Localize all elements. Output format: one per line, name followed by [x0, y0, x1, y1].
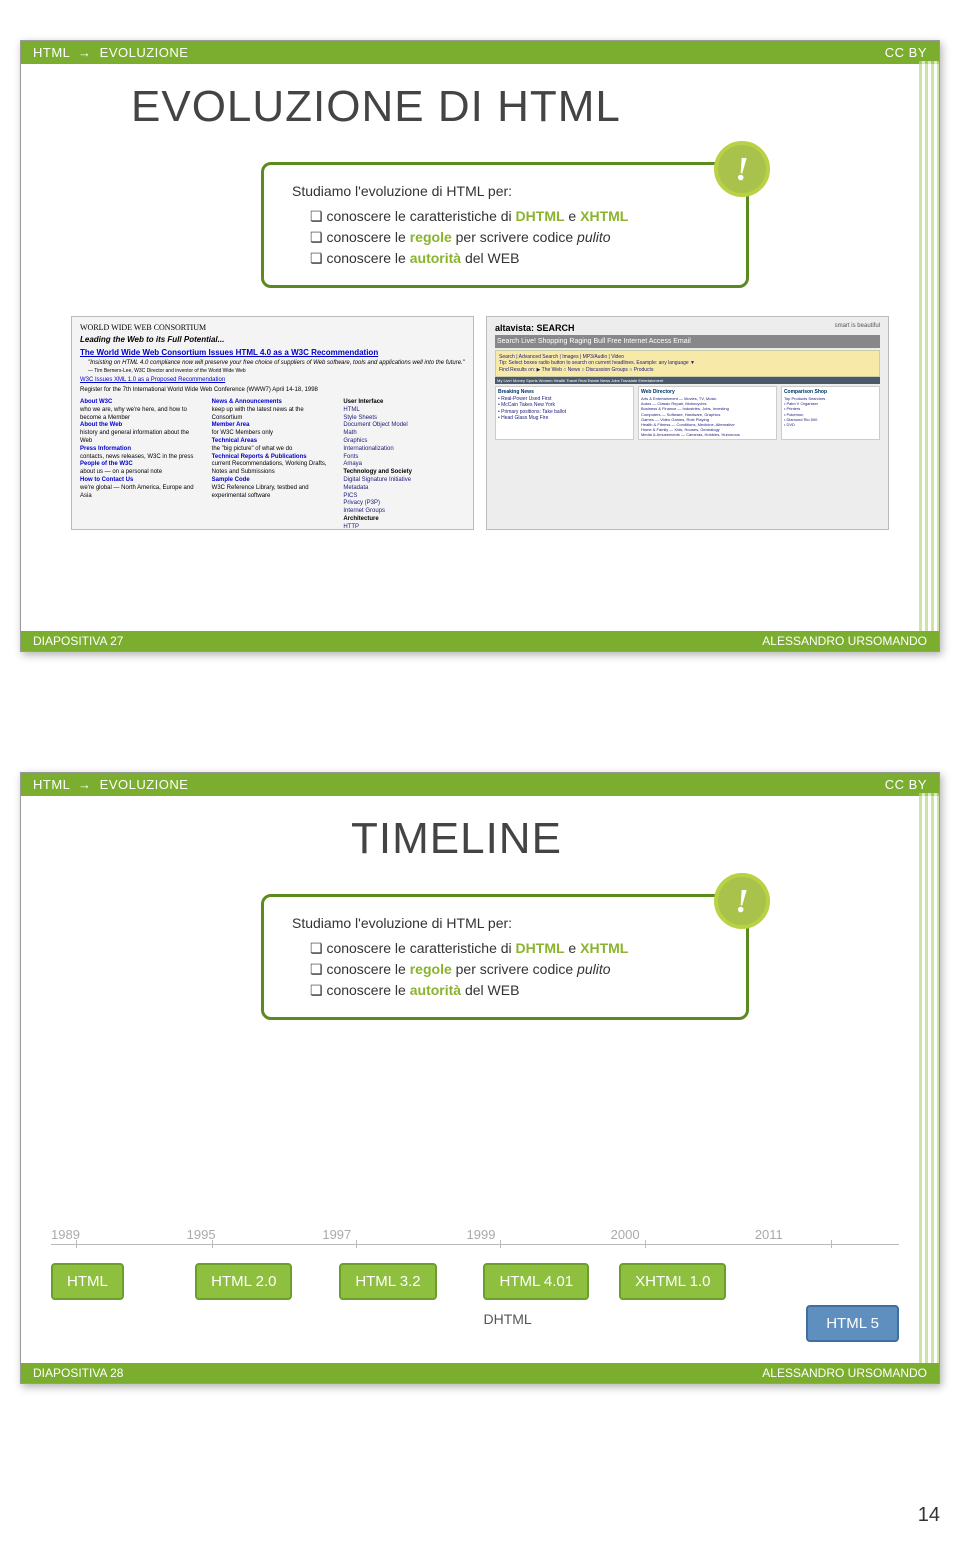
callout-item: conoscere le regole per scrivere codice …	[310, 959, 722, 980]
version-box-html32: HTML 3.2	[339, 1263, 436, 1300]
decorative-stripes	[919, 793, 939, 1363]
screenshot-row: WORLD WIDE WEB CONSORTIUM Leading the We…	[71, 316, 889, 530]
callout-item: conoscere le regole per scrivere codice …	[310, 227, 722, 248]
version-box-xhtml: XHTML 1.0	[619, 1263, 726, 1300]
callout-item: conoscere le caratteristiche di DHTML e …	[310, 938, 722, 959]
slide-footer: DIAPOSITIVA 28 ALESSANDRO URSOMANDO	[21, 1363, 939, 1383]
year-label: 2011	[755, 1227, 899, 1242]
slide-number: DIAPOSITIVA 28	[33, 1366, 123, 1380]
year-label: 1989	[51, 1227, 187, 1242]
slide-number: DIAPOSITIVA 27	[33, 634, 123, 648]
w3c-text: Register for the 7th International World…	[80, 387, 465, 395]
w3c-col3: User InterfaceHTMLStyle SheetsDocument O…	[343, 399, 465, 530]
year-label: 1995	[187, 1227, 323, 1242]
av-tagline: smart is beautiful	[835, 323, 880, 335]
callout-header: Studiamo l'evoluzione di HTML per:	[292, 913, 722, 934]
av-cell-dir: Web Directory Arts & Entertainment — Mov…	[638, 386, 777, 440]
callout-box: ! Studiamo l'evoluzione di HTML per: con…	[261, 894, 749, 1020]
slide-28: HTML → EVOLUZIONE CC BY TIMELINE ! Studi…	[20, 772, 940, 1384]
w3c-quote-attr: — Tim Berners-Lee, W3C Director and inve…	[88, 368, 465, 375]
av-cell-breaking: Breaking News • Real-Power Used First• M…	[495, 386, 634, 440]
arrow-icon: →	[78, 777, 92, 792]
w3c-col1: About W3Cwho we are, why we're here, and…	[80, 399, 202, 530]
slide-header: HTML → EVOLUZIONE CC BY	[21, 773, 939, 796]
exclamation-icon: !	[714, 873, 770, 929]
w3c-screenshot: WORLD WIDE WEB CONSORTIUM Leading the We…	[71, 316, 474, 530]
author-name: ALESSANDRO URSOMANDO	[762, 1366, 927, 1380]
av-find: Find Results on: ▶ The Web ○ News ○ Disc…	[499, 367, 876, 374]
arrow-icon: →	[78, 45, 92, 60]
timeline-boxes: HTML HTML 2.0 HTML 3.2 HTML 4.01 XHTML 1…	[51, 1263, 899, 1343]
year-label: 1997	[322, 1227, 466, 1242]
dhtml-label: DHTML	[483, 1311, 531, 1327]
w3c-headline: The World Wide Web Consortium Issues HTM…	[80, 348, 465, 358]
av-cell-shop: Comparison Shop Top Products Searches• P…	[781, 386, 880, 440]
slide-27: HTML → EVOLUZIONE CC BY EVOLUZIONE DI HT…	[20, 40, 940, 652]
page-number: 14	[20, 1504, 940, 1527]
year-label: 2000	[611, 1227, 755, 1242]
decorative-stripes	[919, 61, 939, 631]
slide-title: TIMELINE	[351, 814, 939, 864]
callout-box: ! Studiamo l'evoluzione di HTML per: con…	[261, 162, 749, 288]
breadcrumb-section: EVOLUZIONE	[100, 777, 189, 792]
callout-list: conoscere le caratteristiche di DHTML e …	[292, 206, 722, 269]
slide-footer: DIAPOSITIVA 27 ALESSANDRO URSOMANDO	[21, 631, 939, 651]
year-label: 1999	[467, 1227, 611, 1242]
timeline-years: 1989 1995 1997 1999 2000 2011	[51, 1227, 899, 1242]
callout-item: conoscere le autorità del WEB	[310, 248, 722, 269]
version-box-html: HTML	[51, 1263, 124, 1300]
breadcrumb-section: EVOLUZIONE	[100, 45, 189, 60]
breadcrumb: HTML → EVOLUZIONE	[33, 45, 188, 60]
timeline-axis	[51, 1244, 899, 1245]
version-box-html2: HTML 2.0	[195, 1263, 292, 1300]
callout-item: conoscere le caratteristiche di DHTML e …	[310, 206, 722, 227]
timeline: 1989 1995 1997 1999 2000 2011 HTML HTML …	[51, 1227, 899, 1343]
breadcrumb-root: HTML	[33, 45, 70, 60]
callout-header: Studiamo l'evoluzione di HTML per:	[292, 181, 722, 202]
w3c-link: W3C Issues XML 1.0 as a Proposed Recomme…	[80, 377, 465, 385]
breadcrumb-root: HTML	[33, 777, 70, 792]
w3c-logo: WORLD WIDE WEB CONSORTIUM	[80, 323, 465, 333]
license-label: CC BY	[885, 777, 927, 792]
breadcrumb: HTML → EVOLUZIONE	[33, 777, 188, 792]
exclamation-icon: !	[714, 141, 770, 197]
callout-list: conoscere le caratteristiche di DHTML e …	[292, 938, 722, 1001]
altavista-screenshot: altavista: SEARCH smart is beautiful Sea…	[486, 316, 889, 530]
slide-header: HTML → EVOLUZIONE CC BY	[21, 41, 939, 64]
slide-title: EVOLUZIONE DI HTML	[131, 82, 939, 132]
author-name: ALESSANDRO URSOMANDO	[762, 634, 927, 648]
av-tabs: Search Live! Shopping Raging Bull Free I…	[495, 335, 880, 348]
av-nav: My Live! Money Sports Women Health Trave…	[495, 377, 880, 384]
version-box-html401: HTML 4.01	[483, 1263, 589, 1300]
w3c-col2: News & Announcementskeep up with the lat…	[212, 399, 334, 530]
av-logo: altavista: SEARCH	[495, 323, 575, 335]
callout-item: conoscere le autorità del WEB	[310, 980, 722, 1001]
w3c-tagline: Leading the Web to its Full Potential...	[80, 335, 465, 345]
version-box-html5: HTML 5	[806, 1305, 899, 1342]
w3c-quote: "Insisting on HTML 4.0 compliance now wi…	[88, 360, 465, 368]
license-label: CC BY	[885, 45, 927, 60]
